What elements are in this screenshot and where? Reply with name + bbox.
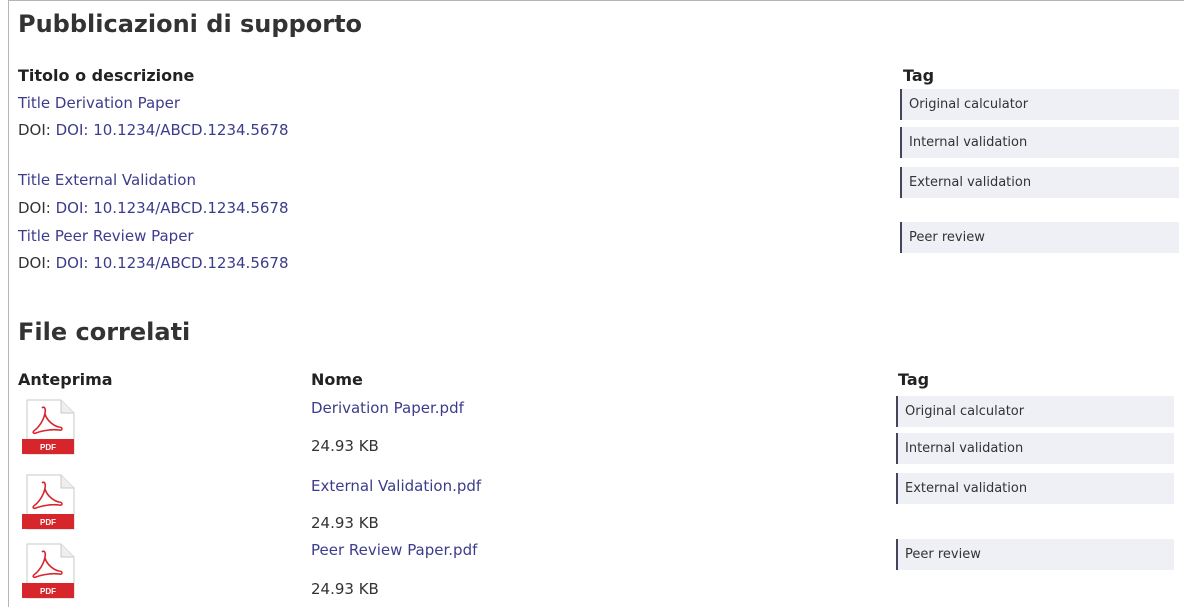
publications-col-title: Titolo o descrizione xyxy=(18,66,195,85)
tag-original-calculator: Original calculator xyxy=(900,89,1179,120)
files-col-name: Nome xyxy=(311,370,363,389)
doi-prefix: DOI: xyxy=(18,199,56,217)
pdf-file-icon[interactable]: PDF xyxy=(21,543,75,599)
publication-title-link[interactable]: Title Derivation Paper xyxy=(18,94,180,112)
publication-doi-row: DOI: DOI: 10.1234/ABCD.1234.5678 xyxy=(18,121,289,139)
publication-title-link[interactable]: Title External Validation xyxy=(18,171,196,189)
pdf-label: PDF xyxy=(40,518,56,527)
files-heading: File correlati xyxy=(18,318,191,346)
publication-doi-row: DOI: DOI: 10.1234/ABCD.1234.5678 xyxy=(18,199,289,217)
pdf-file-icon[interactable]: PDF xyxy=(21,399,75,455)
pdf-label: PDF xyxy=(40,443,56,452)
doi-link[interactable]: DOI: 10.1234/ABCD.1234.5678 xyxy=(56,254,289,272)
publication-doi-row: DOI: DOI: 10.1234/ABCD.1234.5678 xyxy=(18,254,289,272)
file-size: 24.93 KB xyxy=(311,580,379,598)
files-col-preview: Anteprima xyxy=(18,370,113,389)
file-name-link[interactable]: Peer Review Paper.pdf xyxy=(311,541,477,559)
tag-original-calculator: Original calculator xyxy=(896,396,1174,427)
pdf-label: PDF xyxy=(40,587,56,596)
tag-external-validation: External validation xyxy=(900,167,1179,198)
publications-heading: Pubblicazioni di supporto xyxy=(18,10,363,38)
tag-external-validation: External validation xyxy=(896,473,1174,504)
tag-peer-review: Peer review xyxy=(900,222,1179,253)
tag-peer-review: Peer review xyxy=(896,539,1174,570)
pdf-file-icon[interactable]: PDF xyxy=(21,474,75,530)
doi-link[interactable]: DOI: 10.1234/ABCD.1234.5678 xyxy=(56,199,289,217)
doi-prefix: DOI: xyxy=(18,121,56,139)
file-size: 24.93 KB xyxy=(311,514,379,532)
tag-internal-validation: Internal validation xyxy=(896,433,1174,464)
file-name-link[interactable]: External Validation.pdf xyxy=(311,477,481,495)
tag-internal-validation: Internal validation xyxy=(900,127,1179,158)
publications-col-tag: Tag xyxy=(903,66,935,85)
file-name-link[interactable]: Derivation Paper.pdf xyxy=(311,399,464,417)
doi-prefix: DOI: xyxy=(18,254,56,272)
files-col-tag: Tag xyxy=(898,370,930,389)
doi-link[interactable]: DOI: 10.1234/ABCD.1234.5678 xyxy=(56,121,289,139)
file-size: 24.93 KB xyxy=(311,437,379,455)
publication-title-link[interactable]: Title Peer Review Paper xyxy=(18,227,194,245)
